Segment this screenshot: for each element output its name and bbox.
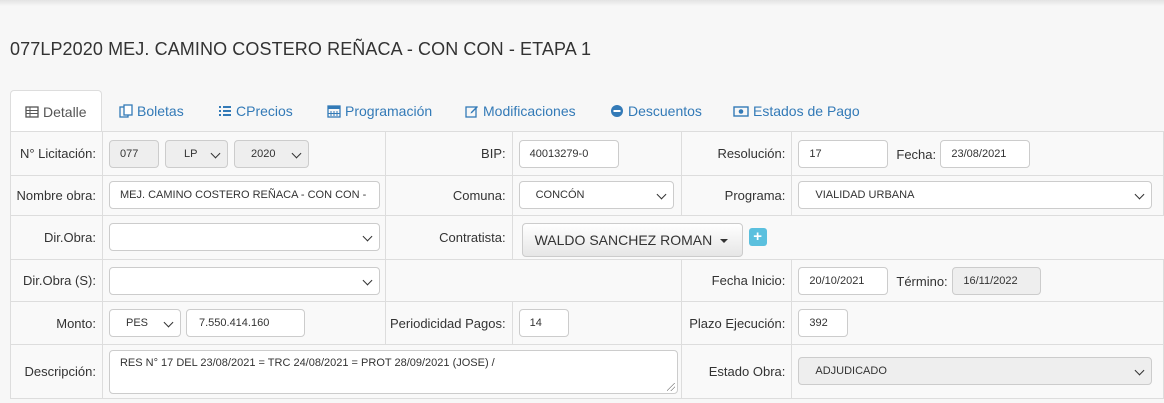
plazo-label: Plazo Ejecución: [681, 301, 793, 345]
calendar-icon [327, 92, 341, 118]
tab-boletas[interactable]: Boletas [119, 90, 184, 132]
detail-form-table: N° Licitación: 077 LP 2020 BIP: 40013279… [10, 131, 1164, 399]
minus-circle-icon [610, 92, 624, 117]
monto-input[interactable]: 7.550.414.160 [185, 309, 305, 337]
fecha-label: Fecha: [896, 147, 937, 162]
nombre-obra-cell: MEJ. CAMINO COSTERO REÑACA - CON CON - [101, 175, 386, 216]
dir-obra-cell [101, 215, 386, 260]
bip-cell: 40013279-0 [511, 131, 683, 176]
monto-label: Monto: [10, 301, 103, 345]
descripcion-label: Descripción: [10, 344, 103, 399]
comuna-label: Comuna: [384, 175, 513, 216]
form-row: N° Licitación: 077 LP 2020 BIP: 40013279… [10, 131, 1164, 176]
tab-label: CPrecios [236, 103, 293, 119]
termino-input: 16/11/2022 [952, 267, 1042, 295]
form-row: Descripción: RES N° 17 DEL 23/08/2021 = … [10, 344, 1164, 399]
descripcion-cell: RES N° 17 DEL 23/08/2021 = TRC 24/08/202… [101, 344, 683, 399]
dir-obra-s-label: Dir.Obra (S): [10, 259, 103, 302]
resolucion-label: Resolución: [681, 131, 793, 176]
caret-down-icon [720, 239, 729, 244]
tab-label: Descuentos [628, 103, 702, 119]
edit-icon [465, 92, 479, 118]
monto-cell: PES 7.550.414.160 [101, 301, 386, 345]
tab-label: Detalle [43, 104, 87, 120]
descripcion-textarea[interactable]: RES N° 17 DEL 23/08/2021 = TRC 24/08/202… [108, 350, 678, 394]
programa-select[interactable]: VIALIDAD URBANA [798, 181, 1153, 209]
licitacion-anio-select[interactable]: 2020 [233, 140, 309, 168]
copy-icon [119, 92, 133, 118]
periodicidad-label: Periodicidad Pagos: [384, 301, 513, 345]
tab-estados-de-pago[interactable]: Estados de Pago [733, 90, 860, 132]
page-title: 077LP2020 MEJ. CAMINO COSTERO REÑACA - C… [10, 39, 592, 59]
tab-label: Estados de Pago [753, 103, 860, 119]
bip-label: BIP: [384, 131, 513, 176]
plazo-input[interactable]: 392 [798, 309, 849, 337]
nombre-obra-input[interactable]: MEJ. CAMINO COSTERO REÑACA - CON CON - [108, 181, 380, 209]
dir-obra-s-select[interactable] [108, 267, 380, 295]
comuna-cell: CONCÓN [511, 175, 683, 216]
fecha-inicio-input[interactable]: 20/10/2021 [798, 267, 889, 295]
periodicidad-cell: 14 [511, 301, 683, 345]
plazo-cell: 392 [791, 301, 1164, 345]
tab-label: Programación [345, 103, 433, 119]
moneda-select[interactable]: PES [108, 309, 181, 337]
resize-grip-icon[interactable] [666, 383, 675, 391]
contratista-label: Contratista: [384, 215, 513, 260]
top-shadow [0, 0, 1164, 6]
resolucion-cell: 17 Fecha: 23/08/2021 [791, 131, 1164, 176]
tab-bar: Detalle Boletas CPrecios Programación Mo… [10, 90, 1164, 133]
nombre-obra-label: Nombre obra: [10, 175, 103, 216]
programa-label: Programa: [681, 175, 793, 216]
form-row: Dir.Obra: Contratista: WALDO SANCHEZ ROM… [10, 215, 1164, 260]
estado-obra-select[interactable]: ADJUDICADO [798, 357, 1153, 385]
licitacion-tipo-select[interactable]: LP [164, 140, 228, 168]
form-row: Nombre obra: MEJ. CAMINO COSTERO REÑACA … [10, 175, 1164, 216]
fecha-inicio-cell: 20/10/2021 Término: 16/11/2022 [791, 259, 1164, 302]
estado-obra-cell: ADJUDICADO [791, 344, 1164, 399]
bip-input[interactable]: 40013279-0 [518, 140, 619, 168]
comuna-select[interactable]: CONCÓN [518, 181, 674, 209]
tab-cprecios[interactable]: CPrecios [218, 90, 293, 132]
add-contratista-button[interactable]: + [748, 228, 767, 246]
empty-cell [384, 259, 683, 302]
licitacion-label: N° Licitación: [10, 131, 103, 176]
tab-label: Modificaciones [483, 103, 576, 119]
tab-label: Boletas [137, 103, 184, 119]
programa-cell: VIALIDAD URBANA [791, 175, 1164, 216]
dir-obra-select[interactable] [108, 223, 380, 251]
licitacion-numero-input[interactable]: 077 [108, 140, 159, 168]
money-icon [733, 92, 749, 117]
dir-obra-s-cell [101, 259, 386, 302]
periodicidad-input[interactable]: 14 [518, 309, 569, 337]
dir-obra-label: Dir.Obra: [10, 215, 103, 260]
tab-programacion[interactable]: Programación [327, 90, 432, 132]
fecha-input[interactable]: 23/08/2021 [940, 140, 1031, 168]
licitacion-cell: 077 LP 2020 [101, 131, 386, 176]
table-icon [25, 93, 39, 118]
tab-descuentos[interactable]: Descuentos [610, 90, 702, 132]
form-row: Monto: PES 7.550.414.160 Periodicidad Pa… [10, 301, 1164, 345]
estado-obra-label: Estado Obra: [681, 344, 793, 399]
termino-label: Término: [896, 274, 948, 289]
contratista-cell: WALDO SANCHEZ ROMAN + [511, 215, 1164, 260]
fecha-inicio-label: Fecha Inicio: [681, 259, 793, 302]
tab-detalle[interactable]: Detalle [10, 90, 102, 133]
contratista-dropdown[interactable]: WALDO SANCHEZ ROMAN [521, 223, 743, 257]
descripcion-text: RES N° 17 DEL 23/08/2021 = TRC 24/08/202… [119, 357, 495, 369]
resolucion-input[interactable]: 17 [798, 140, 889, 168]
form-row: Dir.Obra (S): Fecha Inicio: 20/10/2021 T… [10, 259, 1164, 302]
list-icon [218, 92, 232, 116]
tab-modificaciones[interactable]: Modificaciones [465, 90, 576, 132]
contratista-name: WALDO SANCHEZ ROMAN [534, 232, 713, 248]
